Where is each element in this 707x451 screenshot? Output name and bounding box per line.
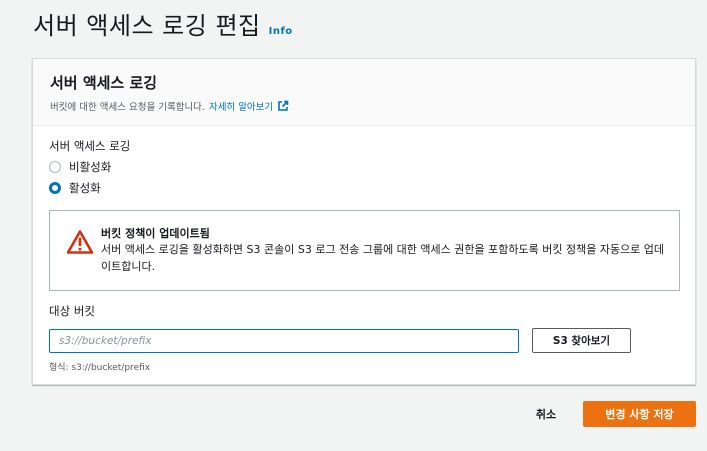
radio-enable[interactable]: 활성화 — [49, 180, 679, 196]
browse-s3-button[interactable]: S3 찾아보기 — [532, 328, 631, 353]
warning-message: 서버 액세스 로깅을 활성화하면 S3 콘솔이 S3 로그 전송 그룹에 대한 … — [101, 243, 665, 273]
info-link[interactable]: Info — [269, 26, 293, 37]
radio-enable-control[interactable] — [49, 182, 61, 194]
page-title-text: 서버 액세스 로깅 편집 — [33, 12, 261, 40]
panel-title: 서버 액세스 로깅 — [50, 74, 158, 92]
panel-body: 서버 액세스 로깅 비활성화 활성화 버킷 정책이 업데이트됨 서버 액세스 로… — [33, 126, 695, 373]
radio-disable-control[interactable] — [49, 161, 61, 173]
target-bucket-row: S3 찾아보기 — [49, 328, 679, 353]
logging-field-label: 서버 액세스 로깅 — [49, 139, 131, 153]
save-changes-button[interactable]: 변경 사항 저장 — [583, 401, 696, 427]
panel-description: 버킷에 대한 액세스 요청을 기록합니다. 자세히 알아보기 — [50, 99, 678, 113]
target-bucket-label: 대상 버킷 — [49, 304, 95, 318]
radio-disable-label[interactable]: 비활성화 — [69, 159, 111, 175]
warning-triangle-icon — [67, 230, 93, 254]
panel-header: 서버 액세스 로깅 버킷에 대한 액세스 요청을 기록합니다. 자세히 알아보기 — [33, 59, 695, 126]
server-access-logging-panel: 서버 액세스 로깅 버킷에 대한 액세스 요청을 기록합니다. 자세히 알아보기… — [32, 58, 696, 385]
cancel-button[interactable]: 취소 — [523, 401, 569, 427]
radio-enable-label[interactable]: 활성화 — [69, 180, 101, 196]
radio-disable[interactable]: 비활성화 — [49, 159, 679, 175]
target-bucket-format-hint: 형식: s3://bucket/prefix — [49, 363, 151, 373]
page-title: 서버 액세스 로깅 편집 Info — [33, 6, 293, 41]
bucket-policy-warning: 버킷 정책이 업데이트됨 서버 액세스 로깅을 활성화하면 S3 콘솔이 S3 … — [49, 210, 680, 291]
warning-title: 버킷 정책이 업데이트됨 — [101, 227, 210, 240]
external-link-icon[interactable] — [277, 100, 289, 112]
panel-description-text: 버킷에 대한 액세스 요청을 기록합니다. — [50, 102, 205, 113]
target-bucket-input[interactable] — [49, 328, 519, 353]
learn-more-link[interactable]: 자세히 알아보기 — [209, 99, 273, 113]
